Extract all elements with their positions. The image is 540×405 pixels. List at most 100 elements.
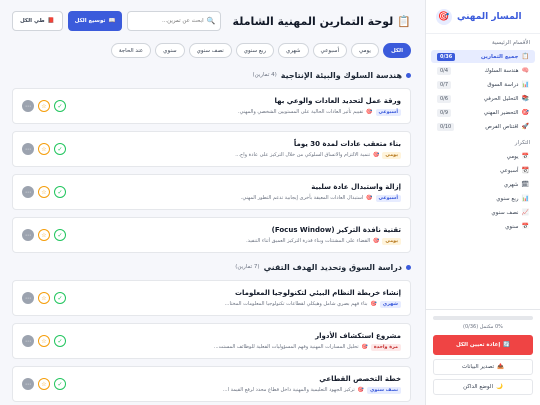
- expand-all-button[interactable]: 📖 توسيع الكل: [67, 11, 123, 31]
- more-icon[interactable]: ⋯: [22, 186, 34, 198]
- exercise-card-text: تقنية نافذة التركيز (Focus Window) يومي 🎯 ا…: [246, 226, 401, 245]
- frequency-tag: مرة واحدة: [370, 343, 401, 351]
- check-icon[interactable]: ✓: [54, 335, 66, 347]
- sidebar-item-label: دراسة السوق: [487, 81, 519, 88]
- category-dot: [406, 264, 411, 270]
- export-data-label: تصدير البيانات: [462, 364, 495, 370]
- category-header[interactable]: هندسة السلوك والبيئة الإنتاجية (4 تمارين): [12, 68, 411, 82]
- sidebar-frequency-item[interactable]: 📊 ربع سنوي: [431, 192, 535, 205]
- calendar-icon: 📊: [521, 195, 529, 202]
- exercise-card-text: ورقة عمل لتحديد العادات والوعي بها أسبوعي…: [238, 97, 401, 116]
- sidebar-item-label: ربع سنوي: [496, 195, 519, 202]
- progress-bar: [433, 316, 533, 320]
- exercise-meta: أسبوعي 🎯 تقييم تأثير العادات الحالية على ا…: [238, 108, 401, 116]
- search-box[interactable]: 🔍: [127, 11, 222, 31]
- sidebar-frequency-item[interactable]: 📈 نصف سنوي: [431, 206, 535, 219]
- exercise-meta: يومي 🎯 تنمية الالتزام والاتساق السلوكي من …: [235, 151, 401, 159]
- top-controls: 🔍 📖 توسيع الكل 📕 طي الكل: [12, 11, 222, 31]
- target-icon: 🎯: [373, 152, 380, 158]
- check-icon[interactable]: ✓: [54, 143, 66, 155]
- star-icon[interactable]: ☆: [38, 335, 50, 347]
- check-icon[interactable]: ✓: [54, 100, 66, 112]
- calendar-icon: 🗓: [521, 181, 529, 188]
- collapse-all-label: طي الكل: [20, 18, 45, 24]
- more-icon[interactable]: ⋯: [22, 292, 34, 304]
- sidebar-frequency-item[interactable]: 🗓 شهري: [431, 178, 535, 191]
- star-icon[interactable]: ☆: [38, 292, 50, 304]
- exercise-title: خطة التخصص القطاعي: [319, 374, 401, 383]
- sidebar-item-label: سنوي: [505, 223, 519, 230]
- star-icon[interactable]: ☆: [38, 378, 50, 390]
- sidebar-item[interactable]: 📚 التحليل الحرفي 0/6: [431, 92, 535, 105]
- category-title: دراسة السوق وتحديد الهدف التقني: [263, 262, 402, 272]
- exercise-card[interactable]: ورقة عمل لتحديد العادات والوعي بها أسبوعي…: [12, 88, 411, 124]
- export-data-button[interactable]: 📤 تصدير البيانات: [433, 359, 533, 375]
- sidebar-item[interactable]: 📊 دراسة السوق 0/7: [431, 78, 535, 91]
- sidebar-main-list: 📋 جميع التمارين 0/36 🧠 هندسة السلوك 0/4 📊 دراسة…: [426, 50, 540, 133]
- sidebar-frequency-item[interactable]: 📅 سنوي: [431, 220, 535, 233]
- sidebar-section-main: الأقسام الرئيسية: [492, 40, 530, 46]
- star-icon[interactable]: ☆: [38, 100, 50, 112]
- frequency-tag: يومي: [382, 151, 401, 159]
- filter-chip[interactable]: الكل: [382, 43, 411, 58]
- check-icon[interactable]: ✓: [54, 292, 66, 304]
- exercise-card[interactable]: إنشاء خريطة النظام البيئي لتكنولوجيا الم…: [12, 280, 411, 316]
- category-header[interactable]: دراسة السوق وتحديد الهدف التقني (7 تمارين…: [12, 260, 411, 274]
- exercise-title: ورقة عمل لتحديد العادات والوعي بها: [274, 96, 401, 105]
- exercise-title: إزالة واستبدال عادة سلبية: [311, 182, 401, 191]
- sidebar-item-icon: 📊: [521, 81, 529, 88]
- more-icon[interactable]: ⋯: [22, 100, 34, 112]
- filter-chip[interactable]: أسبوعي: [312, 43, 348, 58]
- sidebar-item-icon: 📚: [521, 95, 529, 102]
- sidebar-item[interactable]: 📋 جميع التمارين 0/36: [431, 50, 535, 63]
- more-icon[interactable]: ⋯: [22, 335, 34, 347]
- sidebar-frequency-item[interactable]: 📅 يومي: [431, 150, 535, 163]
- exercise-card[interactable]: مشروع استكشاف الأدوار مرة واحدة 🎯 تحليل الم…: [12, 323, 411, 359]
- export-icon: 📤: [497, 364, 504, 370]
- sidebar-item-count: 0/36: [437, 52, 456, 61]
- filter-chip[interactable]: شهري: [278, 43, 309, 58]
- target-icon: 🎯: [373, 238, 380, 244]
- exercise-card[interactable]: بناء متعقب عادات لمدة 30 يوماً يومي 🎯 تنمية…: [12, 131, 411, 167]
- sidebar-item-label: اقتناص الفرص: [485, 123, 519, 130]
- check-icon[interactable]: ✓: [54, 186, 66, 198]
- dark-mode-button[interactable]: 🌙 الوضع الداكن: [433, 379, 533, 395]
- brand[interactable]: المسار المهني 🎯: [426, 0, 540, 34]
- star-icon[interactable]: ☆: [38, 143, 50, 155]
- sidebar-item[interactable]: 🧠 هندسة السلوك 0/4: [431, 64, 535, 77]
- exercise-meta: مرة واحدة 🎯 تحليل المسارات المهنية وفهم ال…: [214, 343, 401, 351]
- more-icon[interactable]: ⋯: [22, 378, 34, 390]
- exercise-meta: شهري 🎯 بناء فهم بصري شامل وهيكلي لقطاعات ت…: [225, 300, 401, 308]
- exercise-card[interactable]: تقنية نافذة التركيز (Focus Window) يومي 🎯 ا…: [12, 217, 411, 253]
- collapse-all-button[interactable]: 📕 طي الكل: [12, 11, 63, 31]
- sidebar: المسار المهني 🎯 الأقسام الرئيسية 📋 جميع ا…: [425, 0, 540, 405]
- sidebar-item-label-wrap: 📈 نصف سنوي: [491, 209, 529, 216]
- more-icon[interactable]: ⋯: [22, 229, 34, 241]
- exercise-card[interactable]: خطة التخصص القطاعي نصف سنوي 🎯 تركيز الجهود …: [12, 366, 411, 402]
- reset-all-label: إعادة تعيين الكل: [455, 342, 501, 348]
- filter-chip[interactable]: عند الحاجة: [110, 43, 152, 58]
- filter-chip[interactable]: ربع سنوي: [235, 43, 275, 58]
- filter-chip[interactable]: نصف سنوي: [188, 43, 232, 58]
- exercise-card-text: إنشاء خريطة النظام البيئي لتكنولوجيا الم…: [225, 289, 401, 308]
- sidebar-item-label-wrap: 📊 ربع سنوي: [496, 195, 529, 202]
- check-icon[interactable]: ✓: [54, 378, 66, 390]
- reset-all-button[interactable]: 🔄 إعادة تعيين الكل: [433, 335, 533, 355]
- star-icon[interactable]: ☆: [38, 229, 50, 241]
- search-input[interactable]: [133, 18, 204, 24]
- check-icon[interactable]: ✓: [54, 229, 66, 241]
- more-icon[interactable]: ⋯: [22, 143, 34, 155]
- filter-chip[interactable]: يومي: [351, 43, 379, 58]
- sidebar-item-icon: 🚀: [521, 123, 529, 130]
- exercise-actions: ⋯ ☆ ✓: [22, 100, 66, 112]
- sidebar-item[interactable]: 🎯 التحضير المهني 0/9: [431, 106, 535, 119]
- sidebar-item[interactable]: 🚀 اقتناص الفرص 0/10: [431, 120, 535, 133]
- sidebar-item-count: 0/9: [437, 108, 452, 117]
- star-icon[interactable]: ☆: [38, 186, 50, 198]
- filter-chip[interactable]: سنوي: [155, 43, 185, 58]
- category-dot: [406, 72, 411, 78]
- exercise-card[interactable]: إزالة واستبدال عادة سلبية أسبوعي 🎯 استبدال …: [12, 174, 411, 210]
- sidebar-item-label: التحضير المهني: [483, 109, 519, 116]
- brand-title: المسار المهني: [457, 11, 522, 22]
- sidebar-frequency-item[interactable]: 📆 أسبوعي: [431, 164, 535, 177]
